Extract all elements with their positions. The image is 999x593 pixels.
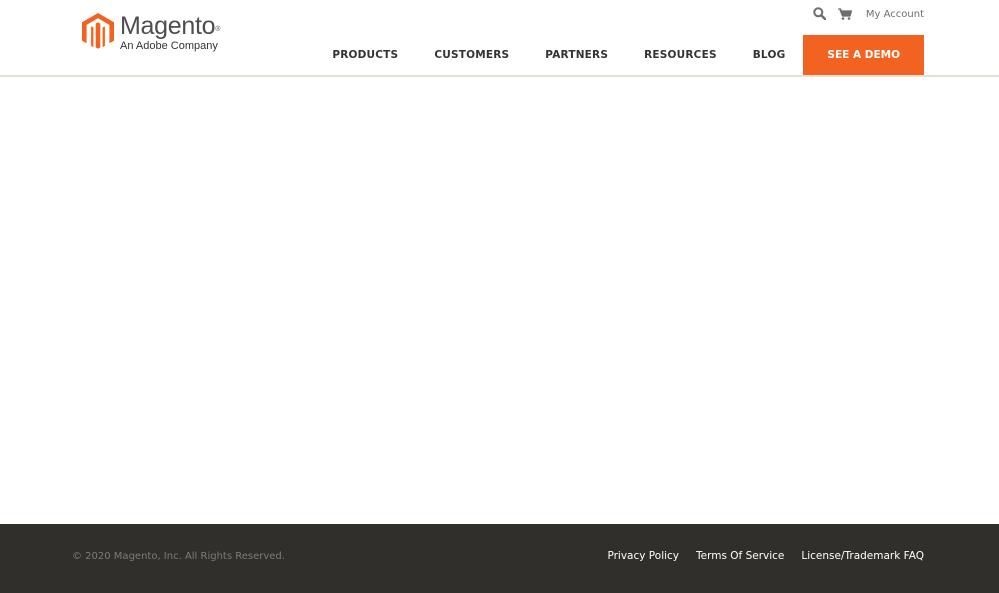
footer-links: Privacy Policy Terms Of Service License/…	[607, 550, 924, 562]
nav-resources[interactable]: RESOURCES	[626, 49, 735, 61]
magento-hexagon-icon	[82, 13, 114, 49]
cart-icon[interactable]	[837, 5, 853, 24]
search-icon[interactable]	[813, 5, 827, 24]
registered-mark: ®	[215, 26, 221, 33]
nav-customers[interactable]: CUSTOMERS	[416, 49, 527, 61]
copyright-text: © 2020 Magento, Inc. All Rights Reserved…	[72, 551, 285, 562]
nav-partners[interactable]: PARTNERS	[527, 49, 626, 61]
see-a-demo-button[interactable]: SEE A DEMO	[803, 35, 924, 75]
logo-wordmark: Magento®	[120, 12, 221, 40]
terms-of-service-link[interactable]: Terms Of Service	[696, 550, 784, 562]
magento-logo[interactable]: Magento® An Adobe Company	[82, 13, 220, 52]
nav-blog[interactable]: BLOG	[735, 49, 804, 61]
license-trademark-faq-link[interactable]: License/Trademark FAQ	[801, 550, 924, 562]
logo-tagline: An Adobe Company	[120, 40, 218, 52]
privacy-policy-link[interactable]: Privacy Policy	[607, 550, 679, 562]
main-nav: PRODUCTS CUSTOMERS PARTNERS RESOURCES BL…	[314, 35, 924, 75]
utility-nav: My Account	[813, 5, 924, 24]
my-account-link[interactable]: My Account	[866, 9, 924, 20]
site-header: Magento® An Adobe Company My Account PRO…	[0, 0, 999, 77]
nav-products[interactable]: PRODUCTS	[314, 49, 416, 61]
site-footer: © 2020 Magento, Inc. All Rights Reserved…	[0, 524, 999, 593]
